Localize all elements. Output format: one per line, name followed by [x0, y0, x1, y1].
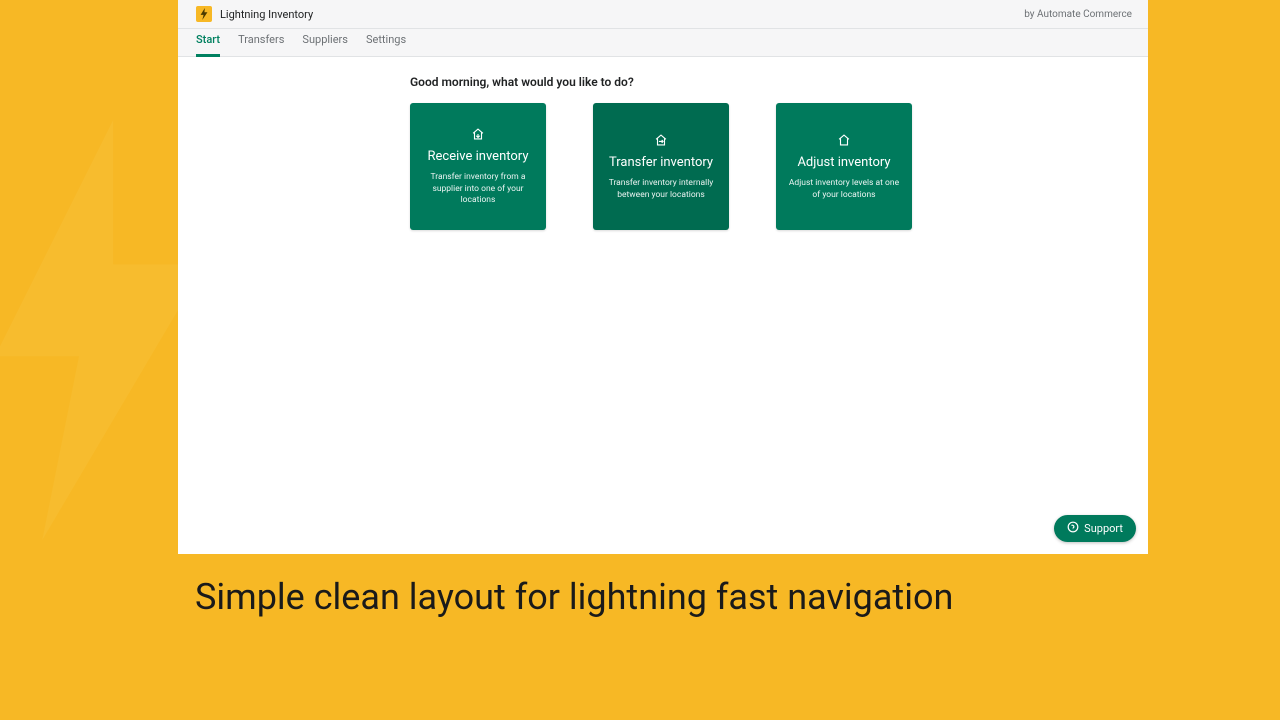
support-label: Support [1084, 522, 1123, 535]
card-description: Transfer inventory from a supplier into … [418, 172, 538, 208]
tab-suppliers[interactable]: Suppliers [302, 33, 348, 57]
app-author: by Automate Commerce [1024, 9, 1132, 20]
tab-settings[interactable]: Settings [366, 33, 406, 57]
adjust-inventory-card[interactable]: Adjust inventory Adjust inventory levels… [776, 103, 912, 230]
tab-transfers[interactable]: Transfers [238, 33, 284, 57]
promo-caption: Simple clean layout for lightning fast n… [195, 576, 953, 618]
receive-inventory-card[interactable]: Receive inventory Transfer inventory fro… [410, 103, 546, 230]
support-button[interactable]: Support [1054, 515, 1136, 542]
app-window: Lightning Inventory by Automate Commerce… [178, 0, 1148, 554]
app-logo-icon [196, 6, 212, 22]
card-description: Adjust inventory levels at one of your l… [784, 178, 904, 202]
greeting-heading: Good morning, what would you like to do? [410, 75, 1148, 89]
app-header: Lightning Inventory by Automate Commerce [178, 0, 1148, 29]
main-content: Good morning, what would you like to do?… [178, 57, 1148, 554]
card-description: Transfer inventory internally between yo… [601, 178, 721, 202]
house-icon [837, 132, 851, 151]
header-left: Lightning Inventory [196, 6, 313, 22]
house-in-icon [471, 126, 485, 145]
help-circle-icon [1067, 521, 1079, 536]
transfer-inventory-card[interactable]: Transfer inventory Transfer inventory in… [593, 103, 729, 230]
card-title: Transfer inventory [609, 155, 713, 170]
tab-bar: Start Transfers Suppliers Settings [178, 29, 1148, 57]
app-title: Lightning Inventory [220, 8, 313, 21]
card-title: Receive inventory [428, 149, 529, 164]
tab-start[interactable]: Start [196, 33, 220, 57]
house-swap-icon [654, 132, 668, 151]
action-cards: Receive inventory Transfer inventory fro… [410, 103, 1148, 230]
card-title: Adjust inventory [797, 155, 890, 170]
